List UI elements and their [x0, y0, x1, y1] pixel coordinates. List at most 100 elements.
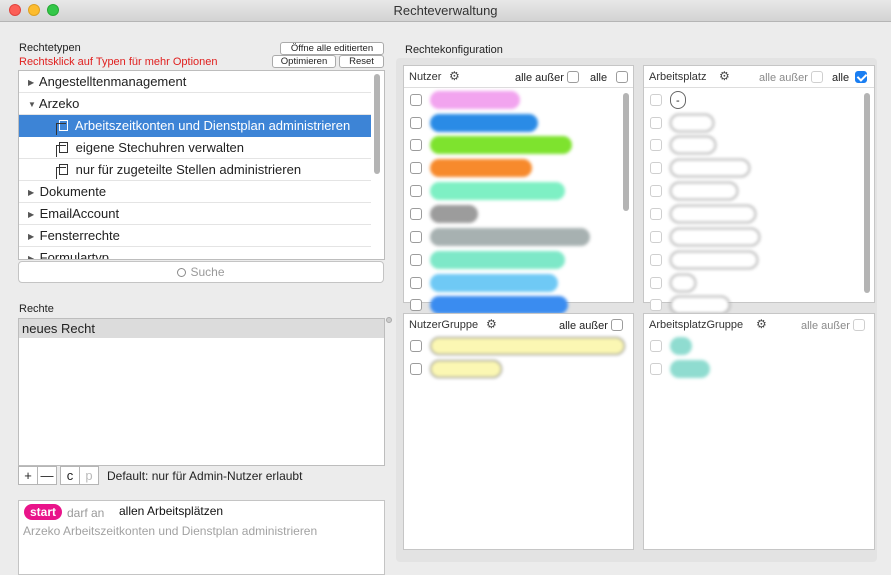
workplace-tag [670, 251, 758, 269]
rule-target: allen Arbeitsplätzen [119, 504, 224, 518]
disclosure-right-icon[interactable]: ▶ [28, 204, 36, 226]
gear-icon[interactable]: ⚙ [449, 69, 460, 83]
group-tag [670, 337, 692, 355]
c-button[interactable]: c [60, 466, 80, 485]
item-checkbox[interactable] [410, 139, 422, 151]
tree-item-angestelltenmanagement[interactable]: ▶ Angestelltenmanagement [19, 71, 371, 93]
gear-icon[interactable]: ⚙ [719, 69, 730, 83]
list-item[interactable]: neues Recht [19, 319, 384, 338]
optimize-button[interactable]: Optimieren [272, 55, 336, 68]
p-button[interactable]: p [79, 466, 99, 485]
nutzer-title: Nutzer [409, 71, 442, 83]
workplace-tag [670, 274, 696, 292]
item-checkbox[interactable] [650, 94, 662, 106]
item-checkbox[interactable] [650, 231, 662, 243]
arbeitsplatzgruppe-all-except-checkbox[interactable] [852, 319, 865, 331]
disclosure-right-icon[interactable]: ▶ [28, 72, 36, 94]
item-checkbox[interactable] [650, 254, 662, 266]
disclosure-right-icon[interactable]: ▶ [28, 226, 36, 248]
arbeitsplatz-scrollbar[interactable] [864, 93, 870, 293]
tree-scrollbar[interactable] [374, 74, 380, 174]
open-all-edited-button[interactable]: Öffne alle editierten [280, 42, 384, 55]
remove-button[interactable]: — [37, 466, 57, 485]
nutzer-all-except-checkbox[interactable] [566, 71, 579, 83]
disclosure-right-icon[interactable]: ▶ [28, 248, 36, 259]
reset-button[interactable]: Reset [339, 55, 384, 68]
title-bar: Rechteverwaltung [0, 0, 891, 22]
arbeitsplatz-all-checkbox[interactable] [855, 71, 868, 83]
add-button[interactable]: + [18, 466, 38, 485]
tree-item-dokumente[interactable]: ▶ Dokumente [19, 181, 371, 203]
nutzer-all-checkbox[interactable] [616, 71, 629, 83]
gear-icon[interactable]: ⚙ [486, 317, 497, 331]
item-checkbox[interactable] [410, 299, 422, 311]
item-checkbox[interactable] [410, 231, 422, 243]
nutzergruppe-all-except-checkbox[interactable] [610, 319, 623, 331]
disclosure-down-icon[interactable]: ▼ [28, 94, 36, 116]
arbeitsplatzgruppe-title: ArbeitsplatzGruppe [649, 319, 744, 331]
item-checkbox[interactable] [410, 185, 422, 197]
rights-list[interactable]: neues Recht [18, 318, 385, 466]
rechte-label: Rechte [19, 303, 54, 315]
tree-item-stechuhren[interactable]: eigene Stechuhren verwalten [19, 137, 371, 159]
types-tree[interactable]: ▶ Angestelltenmanagement ▼ Arzeko Arbeit… [18, 70, 385, 260]
nutzer-scrollbar[interactable] [623, 93, 629, 211]
context-hint: Rechtsklick auf Typen für mehr Optionen [19, 56, 218, 68]
item-checkbox[interactable] [650, 340, 662, 352]
item-checkbox[interactable] [650, 139, 662, 151]
item-checkbox[interactable] [410, 162, 422, 174]
user-tag [430, 136, 572, 154]
nutzer-all-except-label: alle außer [515, 72, 564, 84]
item-checkbox[interactable] [410, 94, 422, 106]
item-checkbox[interactable] [410, 117, 422, 129]
user-tag [430, 251, 565, 269]
tree-item-zugeteilte-stellen[interactable]: nur für zugeteilte Stellen administriere… [19, 159, 371, 181]
item-checkbox[interactable] [410, 340, 422, 352]
item-checkbox[interactable] [650, 299, 662, 311]
item-checkbox[interactable] [410, 277, 422, 289]
arbeitsplatz-title: Arbeitsplatz [649, 71, 707, 83]
item-checkbox[interactable] [650, 363, 662, 375]
user-tag [430, 205, 478, 223]
window-title: Rechteverwaltung [393, 3, 498, 18]
item-checkbox[interactable] [650, 117, 662, 129]
item-checkbox[interactable] [410, 363, 422, 375]
workplace-tag [670, 228, 760, 246]
user-tag [430, 114, 538, 132]
tree-item-formulartyp[interactable]: ▶ Formulartyp [19, 247, 371, 259]
nutzer-all-label: alle [590, 72, 608, 84]
nutzer-header: Nutzer ⚙ alle außer alle [404, 66, 633, 88]
rule-description: Arzeko Arbeitszeitkonten und Dienstplan … [23, 524, 318, 538]
tree-item-fensterrechte[interactable]: ▶ Fensterrechte [19, 225, 371, 247]
splitter-handle-icon[interactable] [386, 317, 392, 323]
arbeitsplatzgruppe-all-except-label: alle außer [801, 320, 850, 332]
tree-item-label: eigene Stechuhren verwalten [75, 140, 245, 155]
item-checkbox[interactable] [650, 208, 662, 220]
tree-item-arbeitszeitkonten[interactable]: Arbeitszeitkonten und Dienstplan adminis… [19, 115, 371, 137]
user-tag [430, 182, 565, 200]
item-checkbox[interactable] [410, 208, 422, 220]
arbeitsplatz-all-label: alle [832, 72, 850, 84]
nutzergruppe-panel: NutzerGruppe ⚙ alle außer [403, 313, 634, 550]
document-icon [56, 164, 68, 179]
rechtetypen-label: Rechtetypen [19, 42, 81, 54]
disclosure-right-icon[interactable]: ▶ [28, 182, 36, 204]
item-checkbox[interactable] [650, 277, 662, 289]
search-icon [177, 268, 187, 277]
item-checkbox[interactable] [410, 254, 422, 266]
item-checkbox[interactable] [650, 185, 662, 197]
config-label: Rechtekonfiguration [405, 44, 503, 56]
workplace-tag [670, 296, 730, 314]
user-tag [430, 274, 558, 292]
tree-item-emailaccount[interactable]: ▶ EmailAccount [19, 203, 371, 225]
gear-icon[interactable]: ⚙ [756, 317, 767, 331]
workplace-tag: - [670, 91, 686, 109]
arbeitsplatzgruppe-panel: ArbeitsplatzGruppe ⚙ alle außer [643, 313, 875, 550]
search-input[interactable]: Suche [18, 261, 384, 283]
tree-item-arzeko[interactable]: ▼ Arzeko [19, 93, 371, 115]
group-tag [670, 360, 710, 378]
user-tag [430, 296, 568, 314]
arbeitsplatz-all-except-checkbox[interactable] [810, 71, 823, 83]
user-tag [430, 91, 520, 109]
item-checkbox[interactable] [650, 162, 662, 174]
